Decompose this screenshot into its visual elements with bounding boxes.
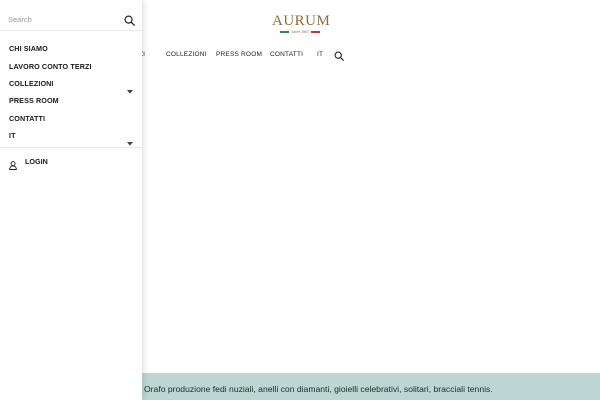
search-input[interactable] <box>8 12 116 26</box>
menu-item-language[interactable]: IT <box>0 127 142 146</box>
nav-item-collezioni[interactable]: COLLEZIONI <box>166 51 207 58</box>
menu-item-label: LAVORO CONTO TERZI <box>9 61 92 71</box>
side-drawer: CHI SIAMO LAVORO CONTO TERZI COLLEZIONI … <box>0 0 142 400</box>
logo-since: Since 1967 <box>291 30 309 34</box>
menu-item-label: IT <box>9 131 16 141</box>
flag-red-bar <box>310 31 320 33</box>
menu-item-label: COLLEZIONI <box>9 78 54 88</box>
nav-item-contatti[interactable]: CONTATTI <box>270 51 303 58</box>
drawer-menu: CHI SIAMO LAVORO CONTO TERZI COLLEZIONI … <box>0 40 142 146</box>
menu-item-contatti[interactable]: CONTATTI <box>0 110 142 127</box>
menu-item-collezioni[interactable]: COLLEZIONI <box>0 75 142 94</box>
menu-item-label: PRESS ROOM <box>9 96 59 106</box>
search-icon[interactable] <box>124 13 135 26</box>
drawer-search-bar <box>0 0 142 31</box>
chevron-down-icon[interactable] <box>127 81 133 94</box>
footer-description: Orafo produzione fedi nuziali, anelli co… <box>144 384 493 394</box>
login-link[interactable]: LOGIN <box>9 155 48 170</box>
flag-green-bar <box>280 31 290 33</box>
search-icon[interactable] <box>334 48 344 61</box>
chevron-down-icon[interactable] <box>127 133 133 146</box>
menu-item-press-room[interactable]: PRESS ROOM <box>0 92 142 109</box>
menu-divider <box>0 147 142 148</box>
menu-item-label: CONTATTI <box>9 113 46 123</box>
footer-banner: Orafo produzione fedi nuziali, anelli co… <box>142 373 600 400</box>
nav-item-press-room[interactable]: PRESS ROOM <box>216 51 262 58</box>
logo-tagline: Since 1967 <box>272 30 328 34</box>
menu-item-label: CHI SIAMO <box>9 44 48 54</box>
logo-text: AURUM <box>272 13 331 29</box>
user-icon <box>9 157 17 170</box>
nav-item-language[interactable]: IT <box>317 51 323 58</box>
menu-item-lavoro-conto-terzi[interactable]: LAVORO CONTO TERZI <box>0 57 142 74</box>
brand-logo[interactable]: AURUM Since 1967 <box>272 13 331 36</box>
login-label: LOGIN <box>25 156 48 166</box>
menu-item-chi-siamo[interactable]: CHI SIAMO <box>0 40 142 57</box>
